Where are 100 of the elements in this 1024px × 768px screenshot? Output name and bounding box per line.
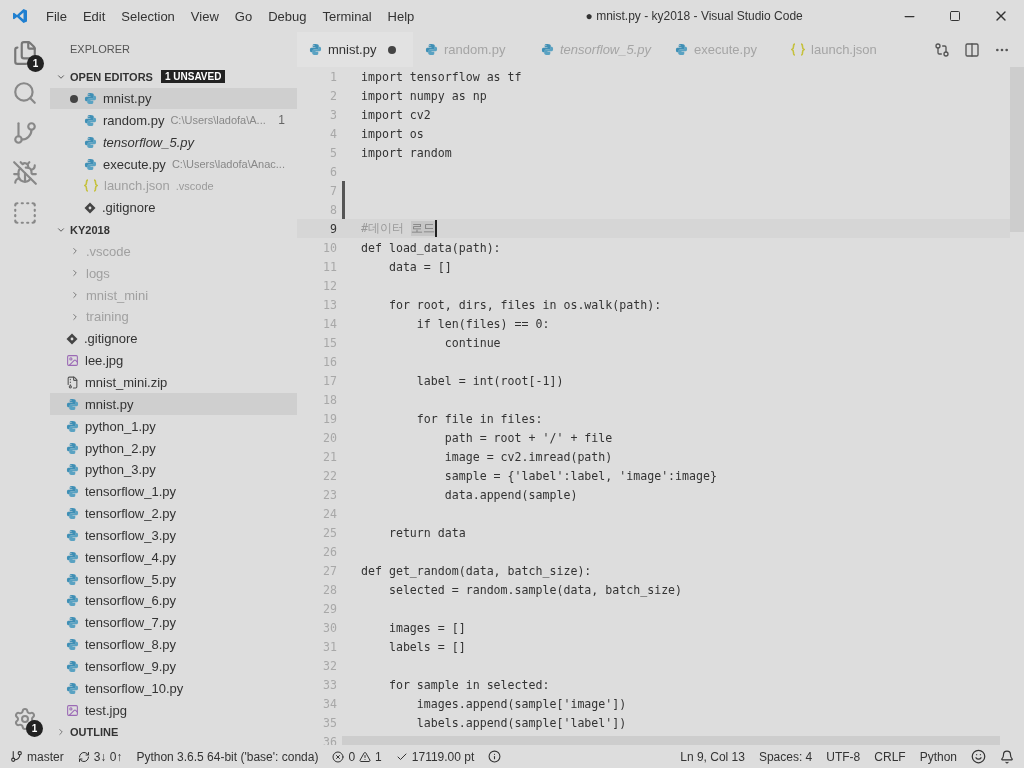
editor-tab[interactable]: mnist.py [297, 32, 413, 67]
explorer-row[interactable]: test.jpg [50, 699, 297, 722]
bell-icon[interactable] [1000, 749, 1014, 764]
explorer-row[interactable]: tensorflow_5.py [50, 568, 297, 590]
sidebar-title: EXPLORER [69, 41, 131, 57]
menu-item[interactable]: File [38, 8, 75, 24]
open-editor-item[interactable]: random.py C:\Users\ladofa\A... 1 [50, 109, 297, 132]
code-line: if len(files) == 0: [415, 316, 550, 331]
explorer-row[interactable]: tensorflow_6.py [50, 590, 297, 612]
explorer-row[interactable]: tensorflow_4.py [50, 546, 297, 569]
image-icon [66, 354, 79, 368]
explorer-row[interactable]: mnist.py [50, 393, 297, 416]
menu-item[interactable]: Go [226, 8, 261, 24]
code-line: label = int(root[-1]) [415, 373, 564, 388]
compare-icon[interactable] [934, 41, 950, 58]
status-item[interactable]: UTF-8 [826, 749, 861, 764]
code-line: import numpy as np [361, 88, 487, 103]
smiley-icon[interactable] [971, 749, 986, 764]
python-icon [309, 43, 322, 56]
code-line: import tensorflow as tf [361, 69, 522, 84]
explorer-row[interactable]: .gitignore [50, 327, 297, 350]
python-icon [66, 681, 79, 695]
menu-item[interactable]: Selection [113, 8, 183, 24]
search-icon[interactable] [12, 80, 38, 106]
explorer-row[interactable]: python_2.py [50, 437, 297, 459]
chevron-icon[interactable] [70, 246, 80, 257]
code-line: labels = [] [387, 639, 466, 654]
code-line: path = root + '/' + file [443, 430, 613, 445]
settings-icon[interactable] [13, 707, 37, 731]
python-icon [66, 507, 79, 521]
explorer-row[interactable]: tensorflow_1.py [50, 480, 297, 503]
explorer-row[interactable]: lee.jpg [50, 349, 297, 372]
python-icon [66, 572, 79, 586]
sync-indicator[interactable]: 3↓ 0↑ [77, 749, 123, 764]
info-icon[interactable] [488, 750, 502, 763]
python-icon [66, 441, 79, 455]
file-name: tensorflow_7.py [85, 615, 177, 631]
section-header[interactable]: OPEN EDITORS [70, 70, 153, 83]
menu-item[interactable]: Debug [260, 8, 315, 24]
problems-indicator[interactable]: 0 1 [332, 749, 382, 764]
explorer-row[interactable]: python_3.py [50, 458, 297, 481]
interpreter-selector[interactable]: Python 3.6.5 64-bit ('base': conda) [136, 749, 319, 764]
chevron-icon[interactable] [70, 290, 80, 301]
file-name: execute.py [103, 156, 166, 172]
chevron-icon[interactable] [70, 311, 80, 322]
source-control-icon[interactable] [12, 120, 38, 146]
section-header[interactable]: KY2018 [70, 223, 110, 236]
braces-icon [84, 179, 98, 193]
app-logo-icon [12, 8, 28, 24]
explorer-row[interactable]: python_1.py [50, 415, 297, 438]
menu-item[interactable]: Edit [74, 8, 114, 24]
open-editor-item[interactable]: tensorflow_5.py [50, 131, 297, 154]
archive-icon [66, 376, 79, 389]
file-name: tensorflow_3.py [85, 527, 177, 543]
explorer-row[interactable]: tensorflow_9.py [50, 655, 297, 678]
code-line: image = cv2.imread(path) [443, 449, 613, 464]
python-icon [66, 638, 79, 652]
file-name: random.py [103, 112, 165, 128]
unsaved-badge: 1 UNSAVED [160, 70, 226, 84]
file-name: tensorflow_8.py [85, 637, 177, 653]
status-item[interactable]: CRLF [874, 749, 906, 764]
open-editor-item[interactable]: mnist.py [50, 87, 297, 110]
code-line: images.append(sample['image']) [415, 696, 627, 711]
file-name: tensorflow_9.py [85, 658, 177, 674]
problem-count: 1 [278, 113, 285, 128]
file-name: launch.json [104, 178, 170, 194]
python-icon [84, 135, 97, 149]
split-editor-icon[interactable] [964, 41, 980, 58]
status-item[interactable]: Python [919, 749, 957, 764]
braces-icon [791, 43, 806, 56]
file-name: mnist.py [85, 396, 134, 412]
python-icon [66, 594, 79, 608]
chevron-icon[interactable] [70, 268, 80, 279]
measure-indicator[interactable]: 17119.00 pt [395, 749, 475, 764]
branch-indicator[interactable]: master [10, 749, 64, 764]
explorer-row[interactable]: tensorflow_10.py [50, 677, 297, 700]
chevron-icon[interactable] [56, 727, 66, 737]
status-item[interactable]: Ln 9, Col 13 [680, 749, 745, 764]
maximize-icon[interactable] [949, 10, 961, 22]
explorer-row[interactable]: tensorflow_2.py [50, 502, 297, 525]
file-name: .gitignore [84, 331, 138, 347]
debug-icon[interactable] [12, 160, 38, 186]
file-name: tensorflow_5.py [103, 134, 195, 150]
open-editor-item[interactable]: .gitignore [50, 196, 297, 219]
explorer-row[interactable]: tensorflow_3.py [50, 524, 297, 547]
explorer-row[interactable]: mnist_mini.zip [50, 371, 297, 394]
files-icon[interactable] [12, 40, 38, 66]
menu-item[interactable]: View [182, 8, 227, 24]
code-line: data = [] [387, 259, 452, 274]
explorer-row[interactable]: tensorflow_7.py [50, 611, 297, 634]
menu-item[interactable]: Terminal [314, 8, 380, 24]
section-header[interactable]: OUTLINE [70, 726, 119, 738]
code-line: for file in files: [415, 411, 543, 426]
explorer-row[interactable]: tensorflow_8.py [50, 633, 297, 656]
menu-item[interactable]: Help [379, 8, 423, 24]
open-editor-item[interactable]: execute.py C:\Users\ladofa\Anac... [50, 153, 297, 175]
extensions-icon[interactable] [12, 200, 38, 226]
python-icon [675, 43, 689, 56]
status-item[interactable]: Spaces: 4 [758, 749, 813, 764]
code-line: sample = {'label':label, 'image':image} [443, 468, 717, 483]
